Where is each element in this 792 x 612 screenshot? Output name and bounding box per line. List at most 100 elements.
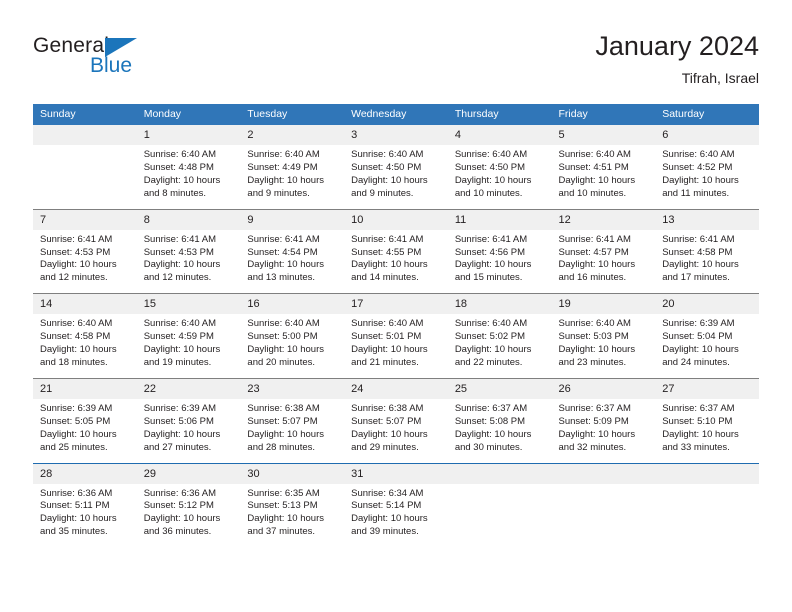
daylight-text-line2: and 30 minutes. — [454, 441, 523, 453]
daylight-text-line2: and 13 minutes. — [247, 272, 316, 284]
weekday-header-tuesday: Tuesday — [240, 104, 345, 125]
day-number: 20 — [655, 294, 759, 315]
day-cell[interactable]: 18 Sunrise: 6:40 AM Sunset: 5:02 PM Dayl… — [447, 293, 552, 379]
day-cell[interactable]: 12 Sunrise: 6:41 AM Sunset: 4:57 PM Dayl… — [551, 208, 656, 294]
day-cell[interactable] — [655, 462, 759, 548]
sunrise-text: Sunrise: 6:38 AM — [351, 402, 424, 414]
sunset-text: Sunset: 4:52 PM — [662, 161, 733, 173]
day-details: Sunrise: 6:38 AM Sunset: 5:07 PM Dayligh… — [240, 399, 344, 463]
generalblue-logo[interactable]: General Blue — [33, 35, 173, 85]
daylight-text-line2: and 10 minutes. — [558, 187, 627, 199]
day-cell[interactable]: 25 Sunrise: 6:37 AM Sunset: 5:08 PM Dayl… — [447, 377, 552, 463]
day-details: Sunrise: 6:36 AM Sunset: 5:11 PM Dayligh… — [33, 484, 137, 548]
day-details: Sunrise: 6:40 AM Sunset: 4:52 PM Dayligh… — [655, 145, 759, 209]
daylight-text-line1: Daylight: 10 hours — [143, 513, 221, 525]
day-cell[interactable]: 28 Sunrise: 6:36 AM Sunset: 5:11 PM Dayl… — [33, 462, 137, 548]
day-cell[interactable]: 29 Sunrise: 6:36 AM Sunset: 5:12 PM Dayl… — [136, 462, 241, 548]
sunset-text: Sunset: 5:07 PM — [351, 415, 422, 427]
sunset-text: Sunset: 4:57 PM — [558, 246, 629, 258]
day-details — [448, 484, 552, 542]
sunset-text: Sunset: 4:49 PM — [247, 161, 318, 173]
sunrise-text: Sunrise: 6:41 AM — [662, 233, 735, 245]
daylight-text-line1: Daylight: 10 hours — [454, 428, 532, 440]
sunset-text: Sunset: 4:59 PM — [143, 331, 214, 343]
day-cell[interactable]: 24 Sunrise: 6:38 AM Sunset: 5:07 PM Dayl… — [344, 377, 448, 463]
day-details: Sunrise: 6:34 AM Sunset: 5:14 PM Dayligh… — [344, 484, 448, 548]
sunset-text: Sunset: 5:10 PM — [662, 415, 733, 427]
day-cell[interactable]: 14 Sunrise: 6:40 AM Sunset: 4:58 PM Dayl… — [33, 293, 137, 379]
sunset-text: Sunset: 4:50 PM — [454, 161, 526, 173]
day-cell[interactable]: 22 Sunrise: 6:39 AM Sunset: 5:06 PM Dayl… — [136, 377, 241, 463]
sunset-text: Sunset: 4:53 PM — [40, 246, 111, 258]
day-cell[interactable]: 8 Sunrise: 6:41 AM Sunset: 4:53 PM Dayli… — [136, 208, 241, 294]
sunset-text: Sunset: 4:54 PM — [247, 246, 318, 258]
day-number — [655, 463, 759, 484]
sunrise-text: Sunrise: 6:40 AM — [247, 149, 320, 160]
weekday-header-saturday: Saturday — [655, 104, 759, 125]
daylight-text-line1: Daylight: 10 hours — [351, 174, 428, 186]
day-cell[interactable]: 2 Sunrise: 6:40 AM Sunset: 4:49 PM Dayli… — [240, 125, 345, 209]
day-number: 15 — [136, 294, 241, 315]
day-details: Sunrise: 6:40 AM Sunset: 4:49 PM Dayligh… — [240, 145, 344, 209]
daylight-text-line1: Daylight: 10 hours — [558, 344, 636, 356]
daylight-text-line2: and 39 minutes. — [351, 526, 419, 538]
day-cell[interactable]: 6 Sunrise: 6:40 AM Sunset: 4:52 PM Dayli… — [655, 125, 759, 209]
daylight-text-line1: Daylight: 10 hours — [662, 428, 739, 440]
sunrise-text: Sunrise: 6:40 AM — [351, 149, 424, 160]
day-cell[interactable]: 17 Sunrise: 6:40 AM Sunset: 5:01 PM Dayl… — [344, 293, 448, 379]
day-cell[interactable]: 16 Sunrise: 6:40 AM Sunset: 5:00 PM Dayl… — [240, 293, 345, 379]
page-header: General Blue January 2024 Tifrah, Israel — [33, 30, 759, 98]
day-cell[interactable] — [551, 462, 656, 548]
day-details: Sunrise: 6:38 AM Sunset: 5:07 PM Dayligh… — [344, 399, 448, 463]
day-details: Sunrise: 6:37 AM Sunset: 5:10 PM Dayligh… — [655, 399, 759, 463]
day-number: 25 — [447, 378, 552, 399]
sunset-text: Sunset: 5:01 PM — [351, 331, 422, 343]
sunset-text: Sunset: 5:11 PM — [40, 500, 110, 512]
sunrise-text: Sunrise: 6:40 AM — [143, 318, 217, 330]
day-cell[interactable]: 20 Sunrise: 6:39 AM Sunset: 5:04 PM Dayl… — [655, 293, 759, 379]
day-number: 26 — [551, 378, 656, 399]
day-cell[interactable]: 15 Sunrise: 6:40 AM Sunset: 4:59 PM Dayl… — [136, 293, 241, 379]
logo-text-blue: Blue — [90, 54, 133, 77]
sunrise-text: Sunrise: 6:40 AM — [247, 318, 320, 330]
daylight-text-line1: Daylight: 10 hours — [247, 344, 324, 356]
daylight-text-line1: Daylight: 10 hours — [662, 259, 739, 271]
daylight-text-line1: Daylight: 10 hours — [143, 428, 221, 440]
day-number: 21 — [33, 378, 137, 399]
day-cell[interactable]: 13 Sunrise: 6:41 AM Sunset: 4:58 PM Dayl… — [655, 208, 759, 294]
day-number: 31 — [344, 463, 448, 484]
daylight-text-line2: and 27 minutes. — [143, 441, 212, 453]
day-cell[interactable]: 23 Sunrise: 6:38 AM Sunset: 5:07 PM Dayl… — [240, 377, 345, 463]
day-cell[interactable]: 31 Sunrise: 6:34 AM Sunset: 5:14 PM Dayl… — [344, 462, 448, 548]
day-cell[interactable]: 27 Sunrise: 6:37 AM Sunset: 5:10 PM Dayl… — [655, 377, 759, 463]
sunrise-text: Sunrise: 6:35 AM — [247, 487, 320, 499]
sunrise-text: Sunrise: 6:41 AM — [351, 233, 424, 245]
day-cell[interactable]: 3 Sunrise: 6:40 AM Sunset: 4:50 PM Dayli… — [344, 125, 448, 209]
week-row: 1 Sunrise: 6:40 AM Sunset: 4:48 PM Dayli… — [33, 125, 759, 209]
weekday-header-wednesday: Wednesday — [344, 104, 448, 125]
day-number: 30 — [240, 463, 345, 484]
day-cell[interactable]: 9 Sunrise: 6:41 AM Sunset: 4:54 PM Dayli… — [240, 208, 345, 294]
day-cell[interactable]: 10 Sunrise: 6:41 AM Sunset: 4:55 PM Dayl… — [344, 208, 448, 294]
day-cell[interactable]: 1 Sunrise: 6:40 AM Sunset: 4:48 PM Dayli… — [136, 125, 241, 209]
daylight-text-line2: and 25 minutes. — [40, 441, 108, 453]
day-cell[interactable]: 19 Sunrise: 6:40 AM Sunset: 5:03 PM Dayl… — [551, 293, 656, 379]
day-cell[interactable] — [447, 462, 552, 548]
day-details: Sunrise: 6:35 AM Sunset: 5:13 PM Dayligh… — [240, 484, 344, 548]
day-cell[interactable]: 21 Sunrise: 6:39 AM Sunset: 5:05 PM Dayl… — [33, 377, 137, 463]
day-cell[interactable]: 5 Sunrise: 6:40 AM Sunset: 4:51 PM Dayli… — [551, 125, 656, 209]
sunrise-text: Sunrise: 6:41 AM — [558, 233, 631, 245]
day-cell[interactable] — [33, 125, 137, 209]
day-cell[interactable]: 30 Sunrise: 6:35 AM Sunset: 5:13 PM Dayl… — [240, 462, 345, 548]
sunrise-text: Sunrise: 6:41 AM — [40, 233, 113, 245]
day-cell[interactable]: 4 Sunrise: 6:40 AM Sunset: 4:50 PM Dayli… — [447, 125, 552, 209]
daylight-text-line2: and 17 minutes. — [662, 272, 730, 284]
day-cell[interactable]: 11 Sunrise: 6:41 AM Sunset: 4:56 PM Dayl… — [447, 208, 552, 294]
sunset-text: Sunset: 5:02 PM — [454, 331, 526, 343]
sunrise-text: Sunrise: 6:36 AM — [143, 487, 217, 499]
daylight-text-line1: Daylight: 10 hours — [454, 344, 532, 356]
day-cell[interactable]: 26 Sunrise: 6:37 AM Sunset: 5:09 PM Dayl… — [551, 377, 656, 463]
daylight-text-line2: and 33 minutes. — [662, 441, 730, 453]
day-cell[interactable]: 7 Sunrise: 6:41 AM Sunset: 4:53 PM Dayli… — [33, 208, 137, 294]
daylight-text-line1: Daylight: 10 hours — [247, 428, 324, 440]
